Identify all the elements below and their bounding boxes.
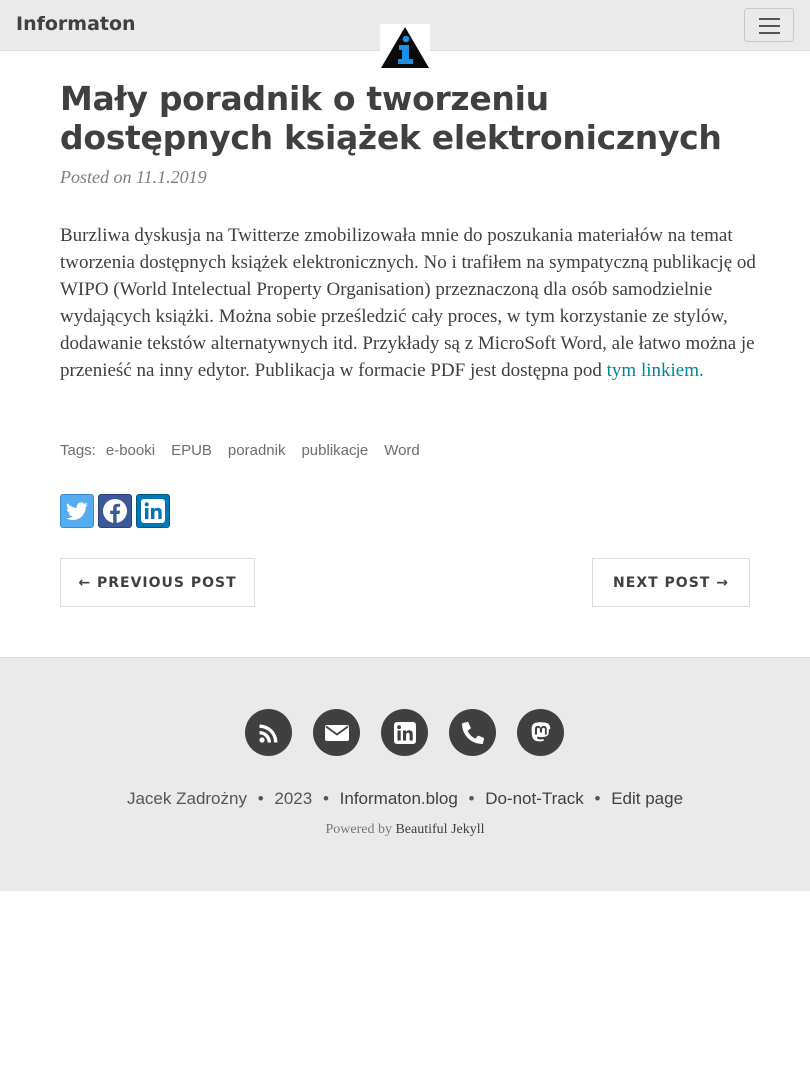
page-footer: Jacek Zadrożny • 2023 • Informaton.blog … [0,657,810,891]
hamburger-icon-bar [759,25,780,27]
powered-by-prefix: Powered by [325,822,392,837]
tag-link[interactable]: Word [384,442,420,459]
footer-separator: • [468,789,475,808]
informaton-logo-icon [381,27,429,68]
share-buttons [60,494,170,528]
footer-separator: • [322,789,329,808]
mastodon-icon [531,721,550,741]
footer-separator: • [257,789,264,808]
tag-link[interactable]: publikacje [301,442,368,459]
post-paragraph: Burzliwa dyskusja na Twitterze zmobilizo… [60,225,756,381]
beautiful-jekyll-link[interactable]: Beautiful Jekyll [395,822,484,837]
footer-site-link[interactable]: Informaton.blog [340,789,458,808]
footer-author: Jacek Zadrożny [126,789,247,808]
facebook-icon [103,499,127,523]
footer-social-icons [245,709,564,756]
hamburger-icon-bar [759,32,780,34]
post-content: Burzliwa dyskusja na Twitterze zmobilizo… [60,222,760,384]
menu-toggle-button[interactable] [744,8,794,42]
share-linkedin-button[interactable] [136,494,170,528]
share-facebook-button[interactable] [98,494,132,528]
linkedin-link[interactable] [381,709,428,756]
tag-link[interactable]: EPUB [171,442,212,459]
next-post-button[interactable]: NEXT POST → [592,558,750,607]
email-link[interactable] [313,709,360,756]
footer-links: Jacek Zadrożny • 2023 • Informaton.blog … [0,789,810,809]
envelope-icon [324,724,349,741]
tag-link[interactable]: poradnik [228,442,286,459]
phone-link[interactable] [449,709,496,756]
footer-dnt-link[interactable]: Do-not-Track [485,789,584,808]
post-date: Posted on 11.1.2019 [60,167,207,187]
phone-icon [461,721,484,744]
publication-link[interactable]: tym linkiem. [607,360,704,381]
share-twitter-button[interactable] [60,494,94,528]
tags-list: Tags: e-booki EPUB poradnik publikacje W… [60,442,420,459]
powered-by: Powered by Beautiful Jekyll [0,822,810,838]
linkedin-icon [141,499,165,523]
previous-post-button[interactable]: ← PREVIOUS POST [60,558,255,607]
tags-label: Tags: [60,442,96,459]
post-title: Mały poradnik o tworzeniu dostępnych ksi… [60,79,722,157]
hamburger-icon-bar [759,18,780,20]
rss-link[interactable] [245,709,292,756]
footer-year: 2023 [274,789,313,808]
rss-icon [258,724,277,743]
twitter-icon [66,502,88,520]
footer-separator: • [594,789,601,808]
tag-link[interactable]: e-booki [106,442,155,459]
linkedin-icon [393,721,416,744]
site-brand-link[interactable]: Informaton [16,13,136,35]
site-logo-link[interactable] [380,24,430,70]
footer-edit-page-link[interactable]: Edit page [611,789,683,808]
mastodon-link[interactable] [517,709,564,756]
